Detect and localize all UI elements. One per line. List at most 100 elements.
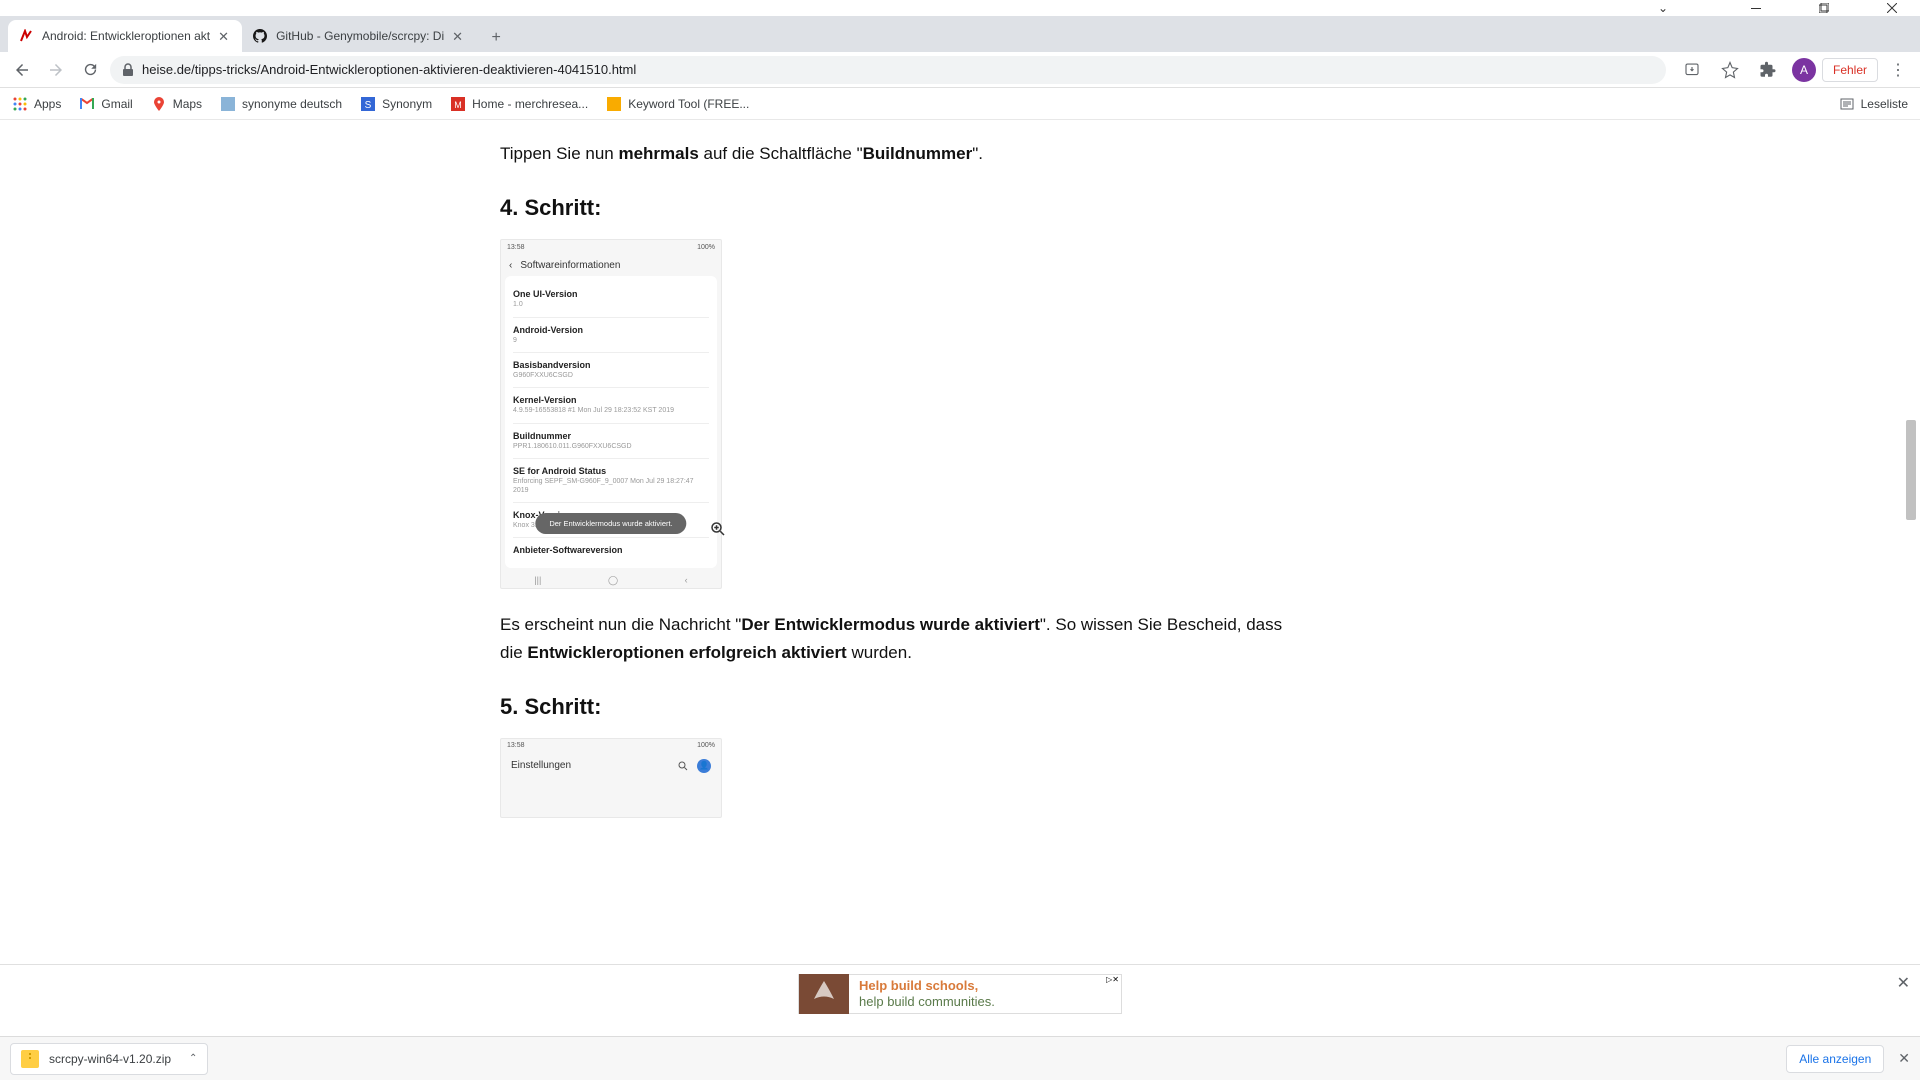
close-shelf-button[interactable]: ✕ (1898, 1050, 1910, 1067)
bookmark-label: Keyword Tool (FREE... (628, 97, 749, 111)
window-maximize-button[interactable] (1804, 1, 1844, 15)
step-4-heading: 4. Schritt: (500, 195, 1290, 221)
maps-icon (151, 96, 167, 112)
row-title: Android-Version (513, 325, 709, 335)
bookmark-star-icon[interactable] (1718, 58, 1742, 82)
generic-favicon-icon: S (360, 96, 376, 112)
phone-header-title: Einstellungen (511, 760, 571, 771)
install-app-icon[interactable] (1680, 58, 1704, 82)
text: wurden. (847, 643, 912, 662)
row-title: One UI-Version (513, 289, 709, 299)
bookmark-label: Synonym (382, 97, 432, 111)
show-all-downloads-button[interactable]: Alle anzeigen (1786, 1045, 1884, 1073)
reading-list-label: Leseliste (1861, 97, 1908, 111)
row-sub: PPR1.180610.011.G960FXXU6CSGD (513, 443, 709, 451)
bookmark-label: Home - merchresea... (472, 97, 588, 111)
row-title: Buildnummer (513, 431, 709, 441)
chevron-up-icon[interactable]: ⌃ (189, 1053, 197, 1064)
phone-time: 13:58 (507, 244, 525, 251)
bookmark-keyword-tool[interactable]: Keyword Tool (FREE... (606, 96, 749, 112)
reading-list-button[interactable]: Leseliste (1839, 96, 1908, 112)
scrollbar-thumb[interactable] (1906, 420, 1916, 520)
text: ". (972, 144, 983, 163)
text: auf die Schaltfläche " (699, 144, 863, 163)
phone-row: SE for Android Status Enforcing SEPF_SM-G… (513, 459, 709, 503)
phone-battery: 100% (697, 244, 715, 251)
reading-list-icon (1839, 96, 1855, 112)
row-sub: Enforcing SEPF_SM-G960F_9_0007 Mon Jul 2… (513, 478, 709, 495)
download-item[interactable]: scrcpy-win64-v1.20.zip ⌃ (10, 1043, 208, 1075)
page-viewport: Tippen Sie nun mehrmals auf die Schaltfl… (0, 120, 1920, 992)
forward-button[interactable] (42, 56, 70, 84)
row-sub: 4.9.59-16553818 #1 Mon Jul 29 18:23:52 K… (513, 407, 709, 415)
adchoices-icon[interactable]: ▷✕ (1104, 975, 1121, 984)
extensions-icon[interactable] (1756, 58, 1780, 82)
phone-row: Android-Version9 (513, 318, 709, 353)
bookmark-gmail[interactable]: Gmail (79, 96, 132, 112)
phone-status-bar: 13:58 100% (501, 739, 721, 753)
close-icon[interactable]: ✕ (452, 29, 466, 43)
search-icon (677, 760, 689, 772)
back-button[interactable] (8, 56, 36, 84)
heise-favicon-icon (18, 28, 34, 44)
new-tab-button[interactable]: + (482, 24, 510, 52)
phone-row: BasisbandversionG960FXXU6CSGD (513, 353, 709, 388)
tab-title: GitHub - Genymobile/scrcpy: Di (276, 29, 444, 43)
close-icon[interactable]: ✕ (218, 29, 232, 43)
phone-row: Kernel-Version4.9.59-16553818 #1 Mon Jul… (513, 388, 709, 423)
gmail-icon (79, 96, 95, 112)
bookmark-synonym[interactable]: S Synonym (360, 96, 432, 112)
text-bold: mehrmals (618, 144, 698, 163)
generic-favicon-icon: M (450, 96, 466, 112)
row-title: Basisbandversion (513, 360, 709, 370)
tab-heise[interactable]: Android: Entwickleroptionen akt ✕ (8, 20, 242, 52)
row-title: SE for Android Status (513, 466, 709, 476)
window-dropdown-icon[interactable]: ⌄ (1658, 1, 1668, 15)
text-bold: Der Entwicklermodus wurde aktiviert (741, 615, 1040, 634)
apps-shortcut[interactable]: Apps (12, 96, 61, 112)
phone-time: 13:58 (507, 742, 525, 749)
bookmark-synonyme[interactable]: synonyme deutsch (220, 96, 342, 112)
screenshot-step-5[interactable]: 13:58 100% Einstellungen 👤 (500, 738, 722, 818)
window-close-button[interactable] (1872, 1, 1912, 15)
ad-close-button[interactable]: ✕ (1897, 973, 1910, 993)
intro-paragraph: Tippen Sie nun mehrmals auf die Schaltfl… (500, 140, 1290, 167)
apps-grid-icon (12, 96, 28, 112)
phone-status-bar: 13:58 100% (501, 240, 721, 254)
ad-banner[interactable]: Help build schools, help build communiti… (798, 974, 1122, 1014)
bookmark-label: Apps (34, 97, 61, 111)
address-bar[interactable]: heise.de/tipps-tricks/Android-Entwickler… (110, 56, 1666, 84)
tab-title: Android: Entwickleroptionen akt (42, 29, 210, 43)
bookmark-merch[interactable]: M Home - merchresea... (450, 96, 588, 112)
browser-menu-button[interactable]: ⋮ (1884, 60, 1912, 80)
omnibox-actions (1680, 58, 1780, 82)
error-chip[interactable]: Fehler (1822, 58, 1878, 82)
page-content: Tippen Sie nun mehrmals auf die Schaltfl… (0, 120, 1920, 818)
bookmark-label: synonyme deutsch (242, 97, 342, 111)
bookmarks-bar: Apps Gmail Maps synonyme deutsch S Synon… (0, 88, 1920, 120)
tab-github[interactable]: GitHub - Genymobile/scrcpy: Di ✕ (242, 20, 476, 52)
url-text: heise.de/tipps-tricks/Android-Entwickler… (142, 62, 636, 77)
bookmark-label: Gmail (101, 97, 132, 111)
page-scrollbar[interactable] (1904, 120, 1918, 992)
ad-image-icon (799, 974, 849, 1014)
reload-button[interactable] (76, 56, 104, 84)
step-5-heading: 5. Schritt: (500, 694, 1290, 720)
magnify-icon[interactable] (709, 520, 729, 540)
text: Es erscheint nun die Nachricht " (500, 615, 741, 634)
phone-row: One UI-Version1.0 (513, 282, 709, 317)
window-minimize-button[interactable] (1736, 1, 1776, 15)
phone-header-title: Softwareinformationen (520, 260, 620, 271)
text-bold: Entwickleroptionen erfolgreich aktiviert (527, 643, 846, 662)
bookmark-maps[interactable]: Maps (151, 96, 202, 112)
screenshot-step-4[interactable]: 13:58 100% ‹ Softwareinformationen One U… (500, 239, 722, 589)
lock-icon (122, 63, 134, 77)
svg-text:S: S (365, 100, 372, 111)
phone-nav-bar: |||◯‹ (501, 572, 721, 588)
profile-avatar[interactable]: A (1792, 58, 1816, 82)
zip-file-icon (21, 1050, 39, 1068)
downloads-shelf: scrcpy-win64-v1.20.zip ⌃ Alle anzeigen ✕ (0, 1036, 1920, 1080)
ad-line-1: Help build schools, (859, 978, 995, 994)
ad-line-2: help build communities. (859, 994, 995, 1010)
text: Tippen Sie nun (500, 144, 618, 163)
